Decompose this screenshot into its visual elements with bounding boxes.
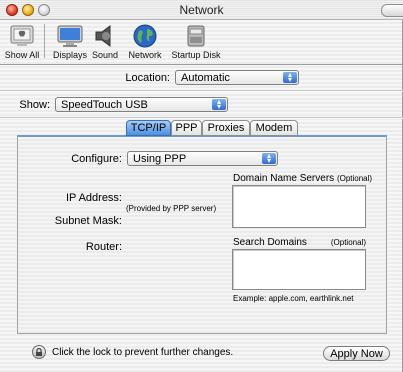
toolbar-separator <box>44 24 45 58</box>
divider <box>0 117 403 119</box>
globe-icon <box>133 24 157 48</box>
popup-arrows-icon: ▴ ▾ <box>283 71 297 84</box>
toolbar-label: Show All <box>4 50 40 60</box>
example-text: Example: apple.com, earthlink.net <box>233 294 354 303</box>
toolbar-label: Sound <box>91 50 119 60</box>
tab-label: Modem <box>255 122 293 134</box>
search-optional: (Optional) <box>330 238 366 247</box>
toolbar-label: Startup Disk <box>171 50 221 60</box>
tab-label: PPP <box>175 122 198 134</box>
dns-label-text: Domain Name Servers <box>233 173 335 184</box>
tcpip-panel: Configure: Using PPP ▴ ▾ IP Address: (Pro… <box>17 135 387 334</box>
title-bar[interactable]: Network <box>0 0 403 20</box>
tab-ppp[interactable]: PPP <box>171 120 202 136</box>
tab-modem[interactable]: Modem <box>250 120 298 136</box>
lock-message: Click the lock to prevent further change… <box>52 347 234 358</box>
tab-tcpip[interactable]: TCP/IP <box>126 120 171 136</box>
search-domains-label: Search Domains (Optional) <box>233 237 366 248</box>
toolbar-network[interactable]: Network <box>122 23 168 60</box>
divider <box>0 90 403 92</box>
popup-arrows-icon: ▴ ▾ <box>262 152 276 165</box>
toolbar-displays[interactable]: Displays <box>50 23 90 60</box>
popup-arrows-icon: ▴ ▾ <box>212 98 226 111</box>
show-popup[interactable]: SpeedTouch USB ▴ ▾ <box>55 97 228 112</box>
toolbar-startup-disk[interactable]: Startup Disk <box>170 23 222 60</box>
apply-now-button[interactable]: Apply Now <box>323 346 390 361</box>
configure-popup[interactable]: Using PPP ▴ ▾ <box>127 151 278 166</box>
dns-optional: (Optional) <box>336 174 373 183</box>
lock-button[interactable] <box>32 345 46 359</box>
toolbar-sound[interactable]: Sound <box>88 23 122 60</box>
tab-proxies[interactable]: Proxies <box>202 120 250 136</box>
network-preferences-window: Network Show All Displays Sound Network … <box>0 0 403 372</box>
disk-icon <box>187 25 205 47</box>
speaker-icon <box>95 25 111 47</box>
tab-label: Proxies <box>207 122 245 134</box>
toolbar: Show All Displays Sound Network Startup … <box>0 20 403 65</box>
display-icon <box>57 25 83 47</box>
lock-icon <box>36 347 42 356</box>
dns-field[interactable] <box>232 185 366 228</box>
toolbar-show-all[interactable]: Show All <box>2 23 42 60</box>
show-label: Show: <box>19 99 50 111</box>
configure-value: Using PPP <box>133 153 187 165</box>
search-domains-field[interactable] <box>232 249 366 290</box>
location-popup[interactable]: Automatic ▴ ▾ <box>175 70 299 85</box>
tab-label: TCP/IP <box>130 122 167 134</box>
search-domains-label-text: Search Domains <box>233 237 307 248</box>
location-value: Automatic <box>181 72 230 84</box>
toolbar-label: Displays <box>52 50 87 60</box>
window-title: Network <box>179 3 224 17</box>
toolbar-label: Network <box>128 50 162 60</box>
router-label: Router: <box>85 241 122 253</box>
apple-icon <box>10 25 34 46</box>
ip-address-note: (Provided by PPP server) <box>126 204 217 213</box>
dns-label: Domain Name Servers (Optional) <box>233 173 372 184</box>
configure-label: Configure: <box>71 153 122 165</box>
toolbar-toggle-button[interactable] <box>381 4 403 17</box>
location-label: Location: <box>125 72 170 84</box>
subnet-mask-label: Subnet Mask: <box>54 215 122 227</box>
apply-now-label: Apply Now <box>330 348 383 360</box>
ip-address-label: IP Address: <box>65 192 122 204</box>
show-value: SpeedTouch USB <box>61 99 148 111</box>
